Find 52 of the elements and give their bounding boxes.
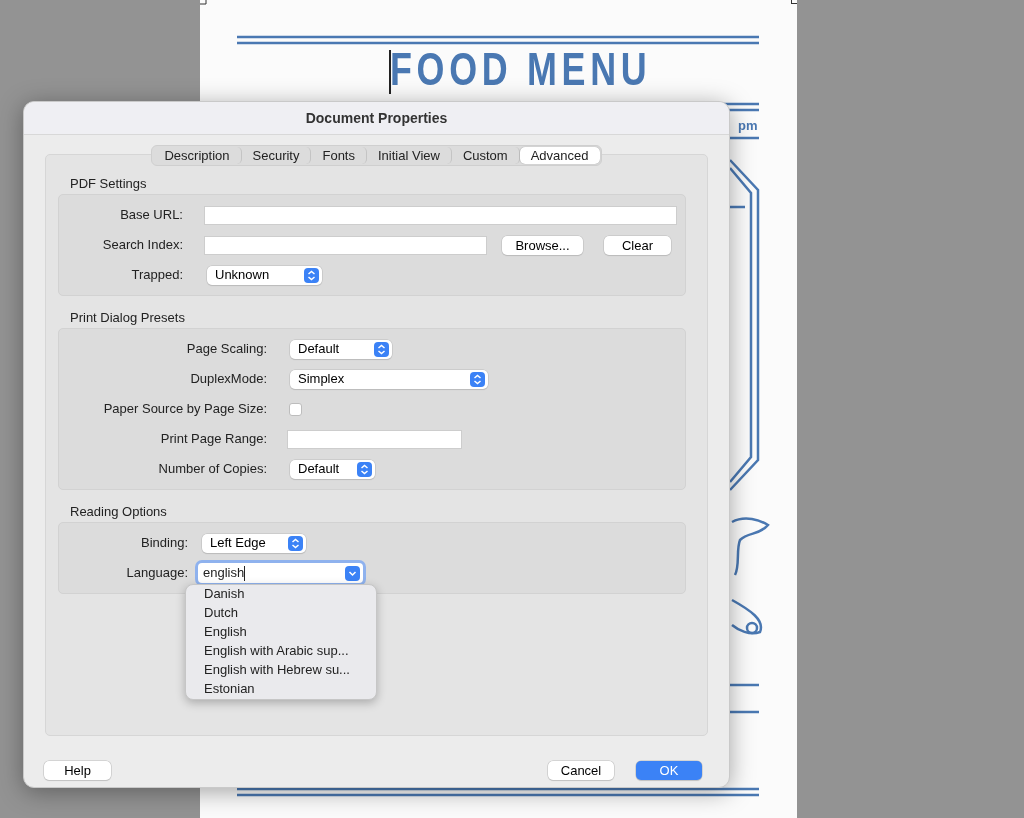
window-title: Document Properties <box>24 102 729 135</box>
clear-button[interactable]: Clear <box>604 235 671 255</box>
ok-button[interactable]: OK <box>636 761 702 780</box>
crop-mark <box>791 0 797 4</box>
tab[interactable]: Security <box>241 147 312 164</box>
combo-box[interactable]: english <box>198 563 363 583</box>
dropdown-arrow-icon <box>288 535 303 551</box>
dropdown-button[interactable]: Simplex <box>290 369 488 389</box>
menu-item[interactable]: English <box>186 623 376 642</box>
input-field[interactable] <box>204 205 677 225</box>
menu-item[interactable]: English with Arabic sup... <box>186 642 376 661</box>
menu-item[interactable]: Estonian <box>186 680 376 699</box>
field-label: Paper Source by Page Size: <box>102 400 267 419</box>
field-label: Language: <box>125 564 188 583</box>
checkbox[interactable] <box>289 402 302 416</box>
tab[interactable]: Initial View <box>367 147 452 164</box>
group-title: Print Dialog Presets <box>70 309 186 327</box>
browse-button[interactable]: Browse... <box>502 235 583 255</box>
cancel-button[interactable]: Cancel <box>548 761 614 780</box>
document-text: pm <box>738 117 758 135</box>
menu-item[interactable]: Danish <box>186 585 376 604</box>
dropdown-arrow-icon <box>304 267 319 283</box>
field-label: Trapped: <box>130 266 183 285</box>
field-label: DuplexMode: <box>189 370 267 389</box>
dropdown-button[interactable]: Default <box>290 459 375 479</box>
help-button[interactable]: Help <box>44 761 111 780</box>
field-label: Search Index: <box>101 236 183 255</box>
dropdown-arrow-icon <box>345 565 360 581</box>
text-cursor <box>389 50 391 94</box>
group-title: PDF Settings <box>70 175 148 193</box>
dropdown-button[interactable]: Left Edge <box>202 533 306 553</box>
dropdown-arrow-icon <box>374 341 389 357</box>
tab[interactable]: Advanced <box>519 147 600 164</box>
tab[interactable]: Fonts <box>311 147 367 164</box>
dropdown-button[interactable]: Default <box>290 339 392 359</box>
field-label: Print Page Range: <box>159 430 267 449</box>
menu-item[interactable]: Dutch <box>186 604 376 623</box>
field-label: Base URL: <box>119 206 183 225</box>
tab[interactable]: Description <box>153 147 242 164</box>
group-title: Reading Options <box>70 503 168 521</box>
menu-item[interactable]: English with Hebrew su... <box>186 661 376 680</box>
input-field[interactable] <box>287 429 462 449</box>
field-label: Page Scaling: <box>185 340 267 359</box>
dropdown-arrow-icon <box>470 371 485 387</box>
field-label: Binding: <box>140 534 188 553</box>
field-label: Number of Copies: <box>157 460 267 479</box>
crop-mark <box>200 0 207 5</box>
document-title: FOOD MENU <box>390 46 652 92</box>
tab[interactable]: Custom <box>451 147 520 164</box>
dropdown-button[interactable]: Unknown <box>207 265 322 285</box>
input-field[interactable] <box>204 235 487 255</box>
dropdown-arrow-icon <box>357 461 372 477</box>
